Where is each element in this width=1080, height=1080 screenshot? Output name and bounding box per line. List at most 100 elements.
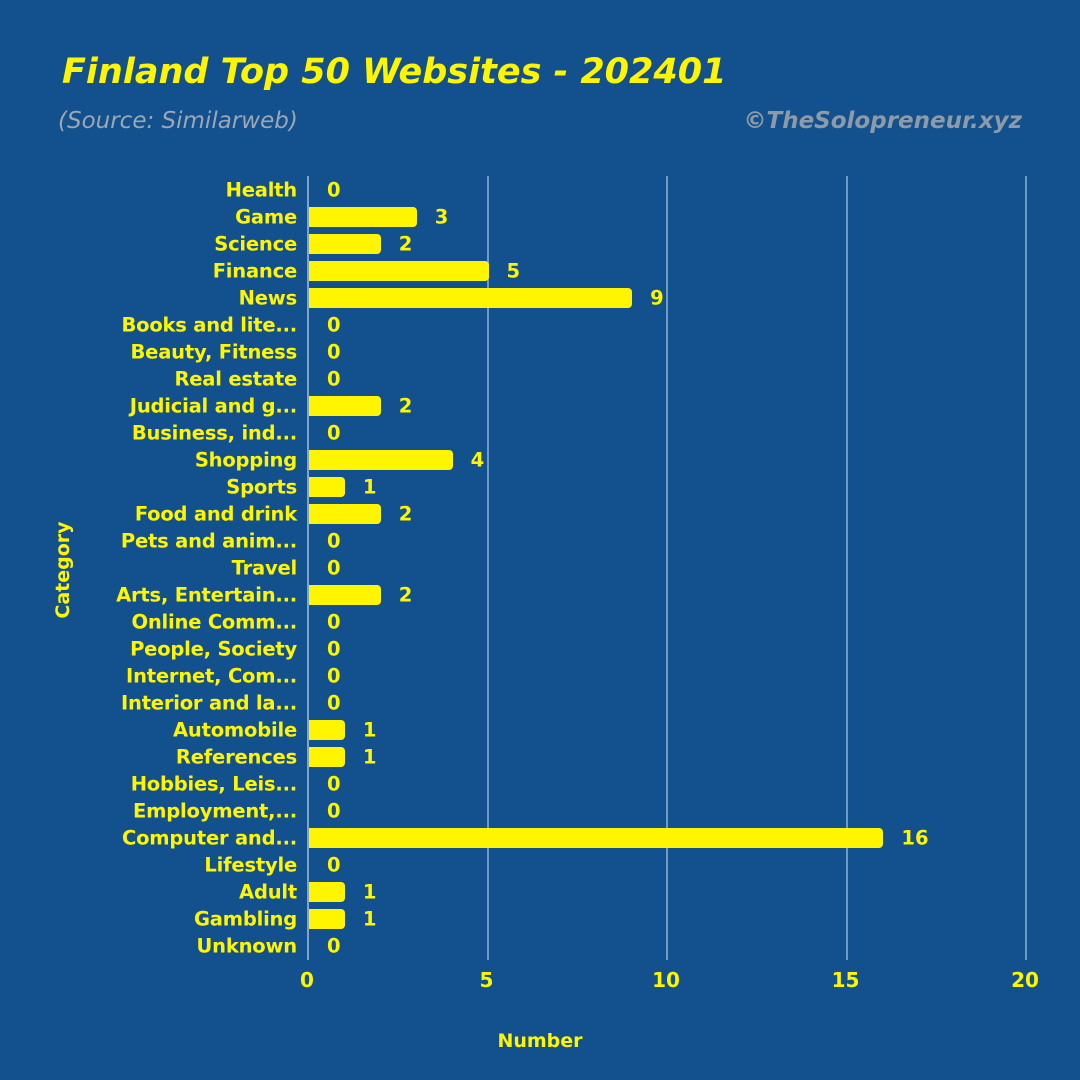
- bar-row: Computer and... 16: [0, 825, 1080, 852]
- bar[interactable]: [309, 585, 381, 606]
- category-label: News: [238, 286, 298, 310]
- category-label: Arts, Entertain...: [116, 583, 297, 607]
- bar-row: Interior and la... 0: [0, 690, 1080, 717]
- bar-value-label: 0: [327, 637, 341, 661]
- bar-row: Employment,... 0: [0, 798, 1080, 825]
- bar-value-label: 9: [650, 286, 664, 310]
- category-label: Employment,...: [133, 799, 297, 823]
- bar-value-label: 0: [327, 799, 341, 823]
- bar-value-label: 0: [327, 610, 341, 634]
- category-label: Unknown: [196, 934, 298, 958]
- bar-row: Online Comm... 0: [0, 609, 1080, 636]
- chart-source-subtitle: (Source: Similarweb): [58, 108, 298, 134]
- bar-row: Science 2: [0, 230, 1080, 257]
- bar-row: Lifestyle 0: [0, 852, 1080, 879]
- bar-value-label: 1: [362, 907, 377, 931]
- y-axis-title: Category: [52, 521, 74, 619]
- category-label: Sports: [226, 475, 297, 499]
- category-label: Adult: [239, 880, 297, 904]
- bar-value-label: 3: [434, 205, 449, 229]
- bar-value-label: 2: [398, 502, 413, 526]
- bar[interactable]: [309, 476, 345, 497]
- bar[interactable]: [309, 882, 345, 903]
- bar-row: Sports 1: [0, 473, 1080, 500]
- x-tick-label: 20: [1011, 968, 1039, 992]
- bar[interactable]: [309, 233, 381, 254]
- chart-page: Finland Top 50 Websites - 202401 (Source…: [0, 0, 1080, 1080]
- bar-row: Gambling 1: [0, 906, 1080, 933]
- bar-value-label: 1: [362, 745, 377, 769]
- bar-row: Unknown 0: [0, 933, 1080, 960]
- bar-value-label: 0: [327, 529, 341, 553]
- category-label: Shopping: [194, 448, 297, 472]
- category-label: Judicial and g...: [129, 394, 297, 418]
- bar-value-label: 0: [327, 340, 341, 364]
- bar[interactable]: [309, 287, 633, 308]
- bar-value-label: 0: [327, 367, 341, 391]
- category-label: Science: [214, 232, 297, 256]
- category-label: Online Comm...: [131, 610, 298, 634]
- category-label: Internet, Com...: [126, 664, 297, 688]
- bar-row: Business, ind... 0: [0, 419, 1080, 446]
- bar-value-label: 5: [506, 259, 521, 283]
- bar-row: Real estate 0: [0, 365, 1080, 392]
- category-label: Finance: [212, 259, 298, 283]
- bar[interactable]: [309, 260, 489, 281]
- bar-value-label: 0: [327, 934, 341, 958]
- x-tick-label: 5: [479, 968, 494, 992]
- bar[interactable]: [309, 747, 345, 768]
- bar-row: Shopping 4: [0, 446, 1080, 473]
- category-label: Books and lite...: [121, 313, 297, 337]
- x-tick-label: 0: [300, 968, 314, 992]
- bar-row: Game 3: [0, 203, 1080, 230]
- bar-row: News 9: [0, 284, 1080, 311]
- bar-row: Books and lite... 0: [0, 311, 1080, 338]
- bar-row: Beauty, Fitness 0: [0, 338, 1080, 365]
- bar-value-label: 0: [327, 691, 341, 715]
- bar-row: Health 0: [0, 176, 1080, 203]
- x-axis-ticks: 0 5 10 15 20: [0, 968, 1080, 998]
- category-label: Hobbies, Leis...: [130, 772, 298, 796]
- bar-value-label: 0: [327, 556, 341, 580]
- category-label: Gambling: [193, 907, 297, 931]
- category-label: References: [175, 745, 297, 769]
- page-title: Finland Top 50 Websites - 202401: [62, 52, 727, 92]
- bar[interactable]: [309, 909, 345, 930]
- chart-attribution: ©TheSolopreneur.xyz: [743, 108, 1022, 134]
- category-label: Health: [225, 178, 298, 202]
- x-tick-label: 10: [652, 968, 680, 992]
- bar[interactable]: [309, 828, 884, 849]
- bar-value-label: 2: [398, 232, 413, 256]
- bar[interactable]: [309, 720, 345, 741]
- category-label: Travel: [231, 556, 298, 580]
- category-label: Business, ind...: [131, 421, 297, 445]
- category-label: Automobile: [173, 718, 297, 742]
- bar-row: Arts, Entertain... 2: [0, 582, 1080, 609]
- bar-value-label: 0: [327, 313, 341, 337]
- bar-value-label: 4: [470, 448, 485, 472]
- category-label: People, Society: [130, 637, 297, 661]
- bar[interactable]: [309, 395, 381, 416]
- x-tick-label: 15: [831, 968, 860, 992]
- bar[interactable]: [309, 503, 381, 524]
- y-axis-title-wrap: Category: [48, 490, 78, 650]
- bar-value-label: 2: [398, 583, 413, 607]
- bar-value-label: 0: [327, 178, 341, 202]
- category-label: Food and drink: [134, 502, 297, 526]
- bar-row: Internet, Com... 0: [0, 663, 1080, 690]
- category-label: Real estate: [174, 367, 297, 391]
- category-label: Computer and...: [121, 826, 297, 850]
- bar-value-label: 0: [327, 853, 341, 877]
- bar-row: Travel 0: [0, 554, 1080, 581]
- bar-row: Pets and anim... 0: [0, 527, 1080, 554]
- bar-row: Hobbies, Leis... 0: [0, 771, 1080, 798]
- bar[interactable]: [309, 449, 453, 470]
- bar-value-label: 1: [362, 718, 377, 742]
- bar-value-label: 0: [327, 664, 341, 688]
- bar[interactable]: [309, 206, 417, 227]
- bar-row: Finance 5: [0, 257, 1080, 284]
- bar-row: People, Society 0: [0, 636, 1080, 663]
- bar-value-label: 0: [327, 772, 341, 796]
- category-label: Game: [235, 205, 297, 229]
- bar-row: References 1: [0, 744, 1080, 771]
